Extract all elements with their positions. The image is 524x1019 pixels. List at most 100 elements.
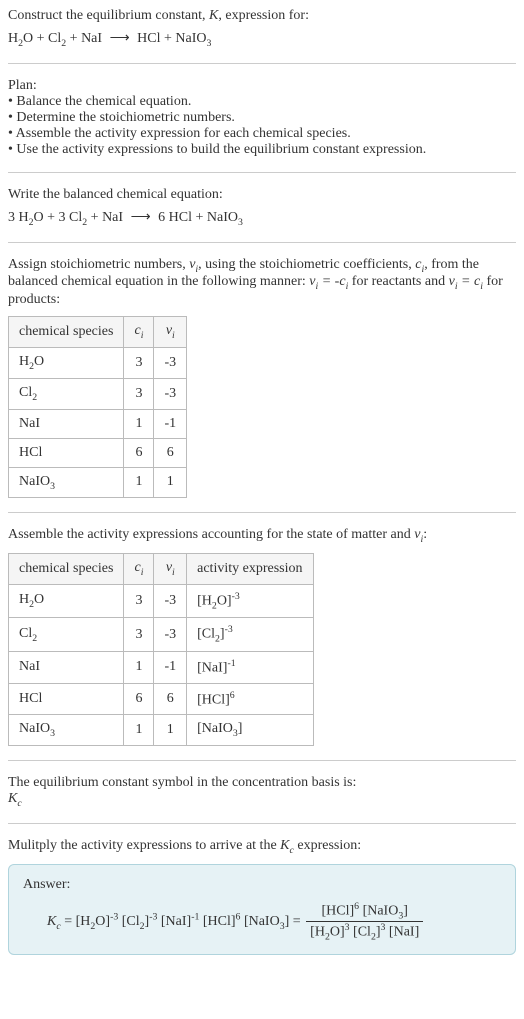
symbol-line: The equilibrium constant symbol in the c… [8, 775, 516, 791]
cell-ci: 3 [124, 618, 154, 651]
cell-activity: [HCl]6 [187, 683, 313, 715]
plan-section: Plan: • Balance the chemical equation. •… [8, 78, 516, 158]
cell-vi: 1 [154, 467, 187, 498]
cell-species: Cl2 [9, 618, 124, 651]
cell-ci: 1 [124, 651, 154, 683]
header-activity: activity expression [187, 554, 313, 585]
table-row: Cl2 3 -3 [Cl2]-3 [9, 618, 314, 651]
activity-table: chemical species ci νi activity expressi… [8, 553, 314, 746]
cell-vi: -3 [154, 618, 187, 651]
cell-species: NaI [9, 409, 124, 438]
table-row: H2O 3 -3 [H2O]-3 [9, 584, 314, 617]
stoich-table: chemical species ci νi H2O 3 -3 Cl2 3 -3… [8, 316, 187, 498]
stoich-section: Assign stoichiometric numbers, νi, using… [8, 257, 516, 499]
table-header-row: chemical species ci νi activity expressi… [9, 554, 314, 585]
relation-products: νi = ci [449, 274, 483, 289]
fraction-denominator: [H2O]3 [Cl2]3 [NaI] [306, 922, 423, 942]
cell-species: NaI [9, 651, 124, 683]
divider [8, 760, 516, 761]
cell-activity: [NaIO3] [187, 715, 313, 746]
cell-activity: [NaI]-1 [187, 651, 313, 683]
constant-K: K [209, 8, 218, 23]
stoich-text: , using the stoichiometric coefficients, [198, 257, 415, 272]
cell-vi: 6 [154, 683, 187, 715]
multiply-line: Mulitply the activity expressions to arr… [8, 838, 516, 856]
header-species: chemical species [9, 554, 124, 585]
table-row: NaI 1 -1 [NaI]-1 [9, 651, 314, 683]
plan-item: • Assemble the activity expression for e… [8, 126, 516, 142]
nu-i: νi [189, 257, 198, 272]
plan-item: • Determine the stoichiometric numbers. [8, 110, 516, 126]
cell-species: HCl [9, 683, 124, 715]
activity-text: Assemble the activity expressions accoun… [8, 527, 414, 542]
cell-vi: -1 [154, 409, 187, 438]
table-row: H2O 3 -3 [9, 347, 187, 378]
cell-ci: 3 [124, 584, 154, 617]
prompt-line: Construct the equilibrium constant, K, e… [8, 8, 516, 24]
cell-species: Cl2 [9, 378, 124, 409]
prompt-text-2: , expression for: [218, 8, 309, 23]
relation-reactants: νi = -ci [309, 274, 348, 289]
balanced-title: Write the balanced chemical equation: [8, 187, 516, 203]
cell-vi: 6 [154, 438, 187, 467]
header-vi: νi [154, 554, 187, 585]
answer-label: Answer: [23, 877, 501, 893]
activity-intro: Assemble the activity expressions accoun… [8, 527, 516, 545]
cell-vi: -3 [154, 378, 187, 409]
activity-text: : [423, 527, 427, 542]
cell-species: NaIO3 [9, 467, 124, 498]
fraction-numerator: [HCl]6 [NaIO3] [306, 901, 423, 922]
balanced-equation: 3 H2O + 3 Cl2 + NaI ⟶ 6 HCl + NaIO3 [8, 209, 516, 228]
stoich-text: for reactants and [348, 274, 448, 289]
cell-vi: 1 [154, 715, 187, 746]
divider [8, 63, 516, 64]
divider [8, 823, 516, 824]
cell-ci: 1 [124, 409, 154, 438]
answer-box: Answer: Kc = [H2O]-3 [Cl2]-3 [NaI]-1 [HC… [8, 864, 516, 956]
cell-activity: [Cl2]-3 [187, 618, 313, 651]
plan-title: Plan: [8, 78, 516, 94]
multiply-section: Mulitply the activity expressions to arr… [8, 838, 516, 956]
header-vi: νi [154, 317, 187, 348]
multiply-text: expression: [294, 838, 361, 853]
cell-species: H2O [9, 347, 124, 378]
cell-vi: -3 [154, 347, 187, 378]
table-row: NaI 1 -1 [9, 409, 187, 438]
cell-species: H2O [9, 584, 124, 617]
unbalanced-equation: H2O + Cl2 + NaI ⟶ HCl + NaIO3 [8, 30, 516, 49]
symbol-section: The equilibrium constant symbol in the c… [8, 775, 516, 809]
table-row: NaIO3 1 1 [9, 467, 187, 498]
header-species: chemical species [9, 317, 124, 348]
divider [8, 172, 516, 173]
divider [8, 242, 516, 243]
kc-expression: Kc = [H2O]-3 [Cl2]-3 [NaI]-1 [HCl]6 [NaI… [23, 901, 501, 943]
cell-species: NaIO3 [9, 715, 124, 746]
activity-section: Assemble the activity expressions accoun… [8, 527, 516, 746]
plan-item: • Use the activity expressions to build … [8, 142, 516, 158]
plan-item: • Balance the chemical equation. [8, 94, 516, 110]
cell-vi: -3 [154, 584, 187, 617]
kc-symbol: Kc [8, 791, 516, 809]
stoich-text: Assign stoichiometric numbers, [8, 257, 189, 272]
table-row: NaIO3 1 1 [NaIO3] [9, 715, 314, 746]
balanced-section: Write the balanced chemical equation: 3 … [8, 187, 516, 228]
table-row: Cl2 3 -3 [9, 378, 187, 409]
header-ci: ci [124, 554, 154, 585]
c-i: ci [415, 257, 424, 272]
cell-ci: 6 [124, 683, 154, 715]
cell-ci: 1 [124, 715, 154, 746]
fraction: [HCl]6 [NaIO3] [H2O]3 [Cl2]3 [NaI] [306, 901, 423, 943]
stoich-intro: Assign stoichiometric numbers, νi, using… [8, 257, 516, 309]
divider [8, 512, 516, 513]
cell-ci: 1 [124, 467, 154, 498]
cell-ci: 3 [124, 347, 154, 378]
cell-activity: [H2O]-3 [187, 584, 313, 617]
table-row: HCl 6 6 [HCl]6 [9, 683, 314, 715]
cell-vi: -1 [154, 651, 187, 683]
nu-i: νi [414, 527, 423, 542]
cell-ci: 6 [124, 438, 154, 467]
cell-ci: 3 [124, 378, 154, 409]
table-header-row: chemical species ci νi [9, 317, 187, 348]
prompt-section: Construct the equilibrium constant, K, e… [8, 8, 516, 49]
prompt-text-1: Construct the equilibrium constant, [8, 8, 209, 23]
